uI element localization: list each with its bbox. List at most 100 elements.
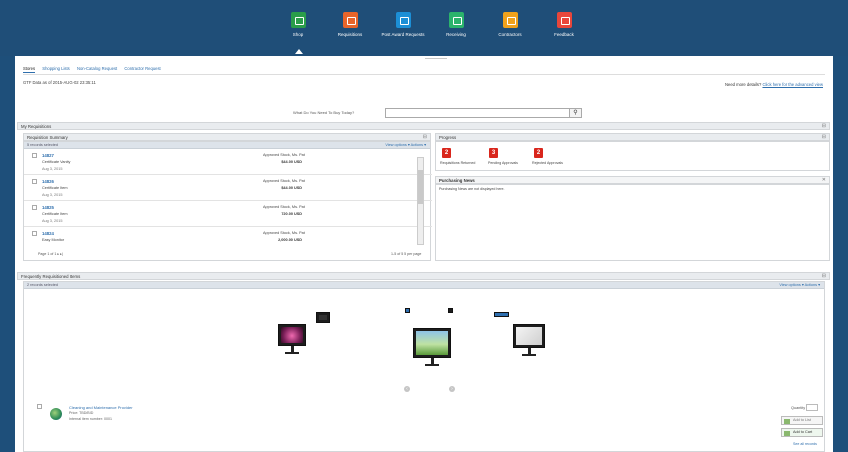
advanced-view-link[interactable]: Click here for the advanced view	[762, 82, 823, 87]
nav-shop-label: Shop	[292, 32, 304, 37]
req-number[interactable]: 14827	[42, 153, 54, 158]
active-nav-caret	[295, 49, 303, 54]
expand-icon[interactable]: ⊟	[423, 134, 427, 141]
req-number[interactable]: 14826	[42, 179, 54, 184]
tab-non-catalog-request[interactable]: Non-Catalog Request	[77, 66, 117, 71]
req-description: Easy Monitor	[42, 238, 65, 242]
row-checkbox[interactable]	[32, 153, 37, 158]
frequent-records: 2 records selected	[27, 283, 59, 287]
row-checkbox[interactable]	[32, 179, 37, 184]
req-amount: 2,000.00 USD	[278, 238, 302, 242]
view-options-actions[interactable]: View options ▾ Actions ▾	[385, 142, 426, 148]
records-selected: 5 records selected	[27, 143, 59, 147]
row-checkbox[interactable]	[32, 231, 37, 236]
page-size[interactable]: 1-5 of 5 5 per page	[391, 252, 421, 256]
pending-label: Pending Approvals	[488, 161, 518, 165]
progress-panel: 2 Requisitions Returned 3 Pending Approv…	[435, 141, 830, 171]
rejected-badge[interactable]: 2	[534, 148, 543, 158]
search-button[interactable]: ⚲	[570, 108, 582, 118]
product-monitor-image[interactable]	[513, 324, 545, 356]
req-number[interactable]: 14824	[42, 231, 54, 236]
returned-badge[interactable]: 2	[442, 148, 451, 158]
returned-label: Requisitions Returned	[440, 161, 476, 165]
req-summary-title: Requisition Summary	[27, 135, 68, 140]
collapse-handle[interactable]	[425, 58, 447, 59]
frequent-toolbar: 2 records selected View options ▾ Action…	[24, 282, 824, 289]
nav-feedback[interactable]: Feedback	[529, 12, 599, 37]
nav-requisitions-label: Requisitions	[337, 32, 363, 37]
search-input[interactable]	[385, 108, 570, 118]
req-date: Aug 3, 2015	[42, 219, 63, 223]
truck-icon	[448, 12, 464, 28]
tab-stores[interactable]: Stores	[23, 66, 36, 73]
my-requisitions-header: My Requisitions ⊟	[17, 122, 830, 130]
req-summary-header: Requisition Summary ⊟	[23, 133, 431, 141]
progress-title: Progress	[439, 135, 457, 140]
item-number: Internal item number: 0001	[69, 417, 112, 421]
table-row[interactable]: 14824 Easy Monitor Approved Stock, Ms. P…	[24, 228, 432, 253]
quantity-input[interactable]	[806, 404, 818, 411]
req-amount: $44.00 USD	[281, 186, 302, 190]
pending-badge[interactable]: 3	[489, 148, 498, 158]
frequent-actions[interactable]: View options ▾ Actions ▾	[779, 282, 820, 288]
search-icon: ⚲	[573, 110, 578, 116]
news-panel: Purchasing News are not displayed here.	[435, 184, 830, 261]
collapse-icon[interactable]: ⊟	[822, 273, 826, 280]
product-monitor-featured[interactable]	[413, 328, 451, 366]
add-to-list-button[interactable]: Add to List	[781, 416, 823, 425]
req-date: Aug 3, 2015	[42, 193, 63, 197]
more-details-text: Need more details?	[724, 82, 762, 87]
add-to-cart-button[interactable]: Add to Cart	[781, 428, 823, 437]
carousel-next[interactable]: ›	[449, 386, 455, 392]
close-icon[interactable]: ✕	[822, 177, 826, 184]
globe-icon	[50, 408, 62, 420]
product-monitor-image[interactable]	[316, 312, 330, 323]
item-checkbox[interactable]	[37, 404, 42, 409]
main-page: Stores Shopping Lists Non-Catalog Reques…	[15, 56, 833, 452]
top-navigation: Shop Requisitions Post Award Requests Re…	[0, 0, 848, 56]
data-timestamp: GTF Data as of 2015-AUG-02 23:35:11	[23, 80, 96, 85]
req-date: Aug 3, 2015	[42, 167, 63, 171]
nav-post-award-label: Post Award Requests	[381, 32, 425, 37]
item-name[interactable]: Cleaning and Maintenance Provider	[69, 405, 133, 410]
rejected-label: Rejected Approvals	[532, 161, 563, 165]
req-amount: 720.00 USD	[281, 212, 302, 216]
expand-icon[interactable]: ⊟	[822, 134, 826, 141]
req-description: Certificate Vanity	[42, 160, 71, 164]
req-summary-panel: 5 records selected View options ▾ Action…	[23, 141, 432, 261]
quantity-label: Quantity	[791, 406, 806, 410]
product-monitor-image[interactable]	[278, 324, 306, 354]
row-checkbox[interactable]	[32, 205, 37, 210]
tab-shopping-lists[interactable]: Shopping Lists	[42, 66, 69, 71]
table-row[interactable]: 14826 Certificate Item Aug 3, 2015 Appro…	[24, 176, 432, 201]
scrollbar[interactable]	[417, 157, 424, 245]
tab-contractor-request[interactable]: Contractor Request	[124, 66, 160, 71]
collapse-icon[interactable]: ⊟	[822, 123, 826, 130]
frequent-title: Frequently Requisitioned Items	[21, 274, 81, 279]
shop-icon	[290, 12, 306, 28]
tab-divider	[23, 74, 825, 75]
req-description: Certificate Item	[42, 186, 68, 190]
product-thumbnail[interactable]	[405, 308, 410, 313]
scrollbar-thumb[interactable]	[418, 170, 423, 204]
news-header: Purchasing News ✕	[435, 176, 830, 184]
cart-icon	[342, 12, 358, 28]
table-row[interactable]: 14825 Certificate Item Aug 3, 2015 Appro…	[24, 202, 432, 227]
all-records-link[interactable]: See all records	[793, 442, 817, 446]
nav-contractors-label: Contractors	[498, 32, 522, 37]
table-row[interactable]: 14827 Certificate Vanity Aug 3, 2015 App…	[24, 150, 432, 175]
person-icon	[502, 12, 518, 28]
trophy-icon	[395, 12, 411, 28]
frequent-header: Frequently Requisitioned Items ⊟	[17, 272, 830, 280]
product-thumbnail[interactable]	[494, 312, 509, 317]
product-thumbnail[interactable]	[448, 308, 453, 313]
req-status: Approved Stock, Ms. Pat	[263, 231, 305, 235]
my-requisitions-title: My Requisitions	[21, 124, 52, 129]
nav-receiving-label: Receiving	[446, 32, 466, 37]
progress-header: Progress ⊟	[435, 133, 830, 141]
carousel-prev[interactable]: ‹	[404, 386, 410, 392]
frequent-panel: 2 records selected View options ▾ Action…	[23, 281, 825, 452]
req-number[interactable]: 14825	[42, 205, 54, 210]
more-details: Need more details? Click here for the ad…	[725, 82, 823, 87]
pagination[interactable]: Page 1 of 1 ▸ ▸|	[38, 252, 63, 256]
